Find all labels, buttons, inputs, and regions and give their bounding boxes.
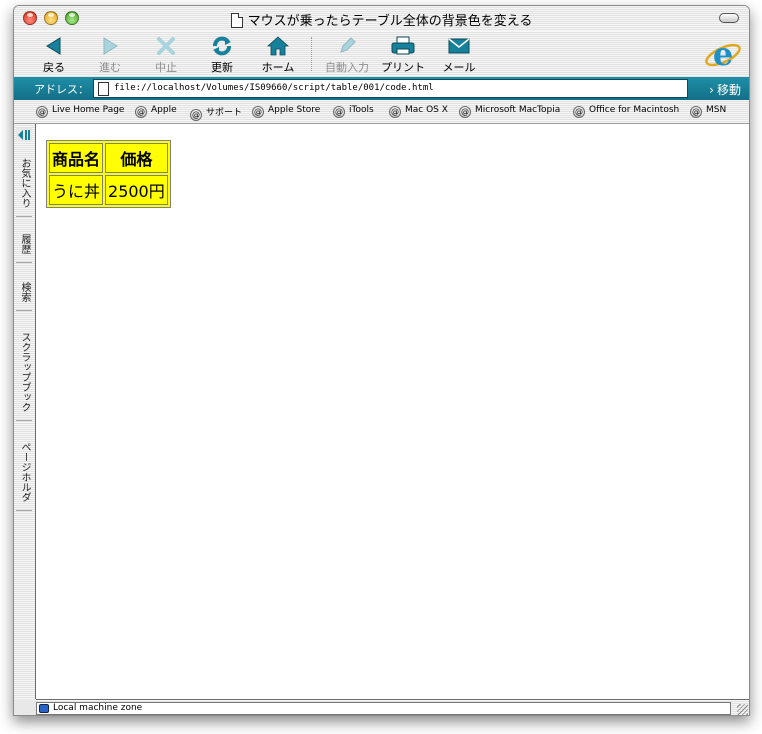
- toolbar-separator: [311, 37, 312, 71]
- tab-favorites[interactable]: お気に入り: [16, 158, 32, 217]
- at-icon: @: [135, 106, 147, 118]
- favorite-label: Apple Store: [268, 105, 321, 115]
- product-table[interactable]: 商品名 価格 うに丼 2500円: [46, 140, 171, 208]
- favorite-link[interactable]: @ Mac OS X: [389, 105, 448, 118]
- address-bar: アドレス： file://localhost/Volumes/IS09660/s…: [14, 77, 749, 100]
- autofill-button[interactable]: 自動入力: [320, 34, 374, 75]
- favorites-bar: @ Live Home Page @ Apple @ サポート @ Apple Stor…: [14, 100, 749, 124]
- autofill-label: 自動入力: [325, 61, 369, 74]
- resize-grip-icon[interactable]: [737, 704, 748, 715]
- go-label: 移動: [716, 83, 741, 97]
- favorite-link[interactable]: @ Microsoft MacTopia: [459, 105, 560, 118]
- title-bar[interactable]: マウスが乗ったらテーブル全体の背景色を変える: [14, 6, 749, 31]
- favorite-link[interactable]: @ Apple: [135, 105, 177, 118]
- go-arrow-icon: ›: [709, 83, 714, 97]
- tab-scrapbook[interactable]: スクラップブック: [16, 332, 32, 421]
- favorite-link[interactable]: @ サポート: [190, 105, 242, 121]
- at-icon: @: [36, 106, 48, 118]
- status-bar: Local machine zone: [36, 699, 749, 715]
- forward-button[interactable]: 進む: [83, 34, 137, 75]
- favorite-label: MSN: [706, 105, 727, 115]
- mail-envelope-icon: [448, 38, 470, 54]
- print-button[interactable]: プリント: [376, 34, 430, 75]
- cell-product-name: うに丼: [49, 175, 104, 205]
- home-label: ホーム: [261, 61, 295, 74]
- svg-text:e: e: [713, 35, 733, 73]
- back-label: 戻る: [43, 61, 65, 74]
- refresh-icon: [213, 36, 231, 56]
- table-row: うに丼 2500円: [49, 175, 168, 205]
- go-button[interactable]: › 移動: [709, 81, 741, 98]
- favorite-link[interactable]: @ iTools: [333, 105, 374, 118]
- stop-button[interactable]: 中止: [139, 34, 193, 75]
- forward-arrow-icon: [103, 37, 118, 55]
- status-zone-text: Local machine zone: [53, 703, 143, 713]
- back-button[interactable]: 戻る: [27, 34, 81, 75]
- at-icon: @: [252, 106, 264, 118]
- page-icon: [98, 82, 109, 96]
- favorite-label: Apple: [151, 105, 177, 115]
- address-label: アドレス：: [34, 83, 89, 96]
- mail-button[interactable]: メール: [432, 34, 486, 75]
- stop-label: 中止: [155, 61, 177, 74]
- refresh-label: 更新: [211, 61, 233, 74]
- favorite-label: サポート: [206, 108, 243, 118]
- home-button[interactable]: ホーム: [251, 34, 305, 75]
- window-title-wrap: マウスが乗ったらテーブル全体の背景色を変える: [14, 10, 749, 29]
- favorite-label: Mac OS X: [405, 105, 448, 115]
- address-url: file://localhost/Volumes/IS09660/script/…: [114, 83, 434, 93]
- internet-explorer-logo-icon: e: [705, 35, 741, 73]
- toolbar: 戻る 進む 中止 更新 ホーム 自動入力 プリント メール e: [14, 31, 749, 77]
- at-icon: @: [690, 106, 702, 118]
- home-icon: [267, 36, 289, 56]
- favorite-link[interactable]: @ MSN: [690, 105, 726, 118]
- document-icon: [230, 13, 243, 28]
- page-content: 商品名 価格 うに丼 2500円: [36, 124, 749, 699]
- browser-window: マウスが乗ったらテーブル全体の背景色を変える 戻る 進む 中止 更新 ホーム 自…: [13, 5, 750, 716]
- favorite-link[interactable]: @ Apple Store: [252, 105, 320, 118]
- at-icon: @: [573, 106, 585, 118]
- stop-x-icon: [157, 37, 175, 55]
- forward-label: 進む: [99, 61, 121, 74]
- mail-label: メール: [442, 61, 476, 74]
- status-field: Local machine zone: [36, 702, 731, 715]
- favorite-label: Live Home Page: [52, 105, 125, 115]
- cell-price: 2500円: [105, 175, 168, 205]
- tab-history[interactable]: 履歴: [16, 234, 32, 263]
- favorite-link[interactable]: @ Office for Macintosh: [573, 105, 679, 118]
- toolbar-toggle-button[interactable]: [719, 13, 739, 23]
- at-icon: @: [190, 109, 202, 121]
- window-title: マウスが乗ったらテーブル全体の背景色を変える: [247, 14, 533, 29]
- favorite-label: Office for Macintosh: [589, 105, 680, 115]
- explorer-sidebar: お気に入り 履歴 検索 スクラップブック ページホルダ: [14, 124, 36, 699]
- favorite-link[interactable]: @ Live Home Page: [36, 105, 124, 118]
- sidebar-toggle-icon[interactable]: [16, 128, 32, 142]
- autofill-pen-icon: [340, 37, 356, 53]
- table-header-row: 商品名 価格: [49, 143, 168, 173]
- at-icon: @: [333, 106, 345, 118]
- tab-search[interactable]: 検索: [16, 282, 32, 311]
- back-arrow-icon: [46, 37, 61, 55]
- at-icon: @: [459, 106, 471, 118]
- address-input[interactable]: file://localhost/Volumes/IS09660/script/…: [93, 79, 688, 98]
- print-label: プリント: [381, 61, 425, 74]
- tab-page-holder[interactable]: ページホルダ: [16, 442, 32, 511]
- header-product-name: 商品名: [49, 143, 104, 173]
- refresh-button[interactable]: 更新: [195, 34, 249, 75]
- favorite-label: Microsoft MacTopia: [475, 105, 561, 115]
- at-icon: @: [389, 106, 401, 118]
- security-zone-icon: [39, 704, 49, 713]
- printer-icon: [391, 36, 415, 55]
- header-price: 価格: [105, 143, 168, 173]
- favorite-label: iTools: [349, 105, 374, 115]
